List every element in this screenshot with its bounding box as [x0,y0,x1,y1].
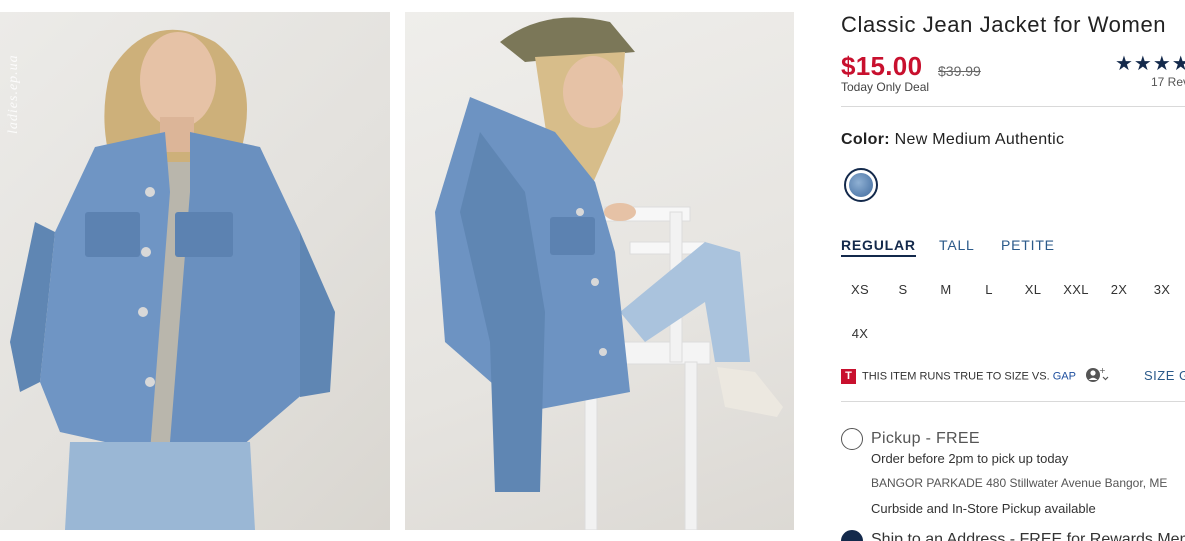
size-option-2x[interactable]: 2X [1104,282,1134,297]
svg-text:+: + [1099,367,1106,375]
size-option-xl[interactable]: XL [1018,282,1048,297]
pickup-store[interactable]: BANGOR PARKADE 480 Stillwater Avenue Ban… [871,476,1167,490]
reviews-link[interactable]: 17 Reviews [1151,75,1185,89]
true-fit-badge-icon: T [841,369,856,384]
size-option-l[interactable]: L [974,282,1004,297]
pickup-option-title: Pickup - FREE [871,430,980,447]
size-option-m[interactable]: M [931,282,961,297]
size-option-xxl[interactable]: XXL [1061,282,1091,297]
divider [841,401,1185,402]
color-selection: Color: New Medium Authentic [841,131,1064,149]
ship-option-title: Ship to an Address - FREE for Rewards Me… [871,531,1185,541]
sale-price: $15.00 [841,51,923,81]
true-to-size-text: THIS ITEM RUNS TRUE TO SIZE VS. [862,370,1050,383]
color-label: Color: [841,131,890,148]
side-model-illustration [435,17,783,530]
fit-tab-tall[interactable]: TALL [939,237,975,253]
color-value: New Medium Authentic [894,131,1065,148]
original-price: $39.99 [938,63,981,79]
product-details-panel: Classic Jean Jacket for Women $15.00 $39… [841,0,1185,541]
size-option-3x[interactable]: 3X [1147,282,1177,297]
size-guide-link[interactable]: SIZE GUIDE [1144,368,1185,383]
brand-gap-link[interactable]: GAP [1053,370,1076,382]
color-swatch[interactable] [844,168,878,202]
size-option-s[interactable]: S [888,282,918,297]
front-model-illustration [10,29,335,530]
watermark-text: ladies.ep.ua [6,54,21,134]
swatch-fill [849,173,873,197]
product-image-front[interactable]: ladies.ep.ua [0,12,390,530]
pickup-availability: Curbside and In-Store Pickup available [871,501,1096,516]
product-title: Classic Jean Jacket for Women [841,12,1167,37]
deal-label: Today Only Deal [841,80,930,94]
ship-radio[interactable] [841,530,863,541]
product-image-side[interactable] [405,12,794,530]
pickup-radio[interactable] [841,428,863,450]
fit-profile-icon[interactable]: + [1085,366,1111,386]
size-option-4x[interactable]: 4X [845,326,875,341]
true-to-size-note: T THIS ITEM RUNS TRUE TO SIZE VS. GAP + [841,366,1111,386]
fit-tab-petite[interactable]: PETITE [1001,237,1055,253]
divider [841,106,1185,107]
pickup-cutoff: Order before 2pm to pick up today [871,451,1069,466]
rating-stars[interactable]: ★★★★ [1115,51,1185,76]
size-option-xs[interactable]: XS [845,282,875,297]
fit-tab-regular[interactable]: REGULAR [841,237,916,257]
